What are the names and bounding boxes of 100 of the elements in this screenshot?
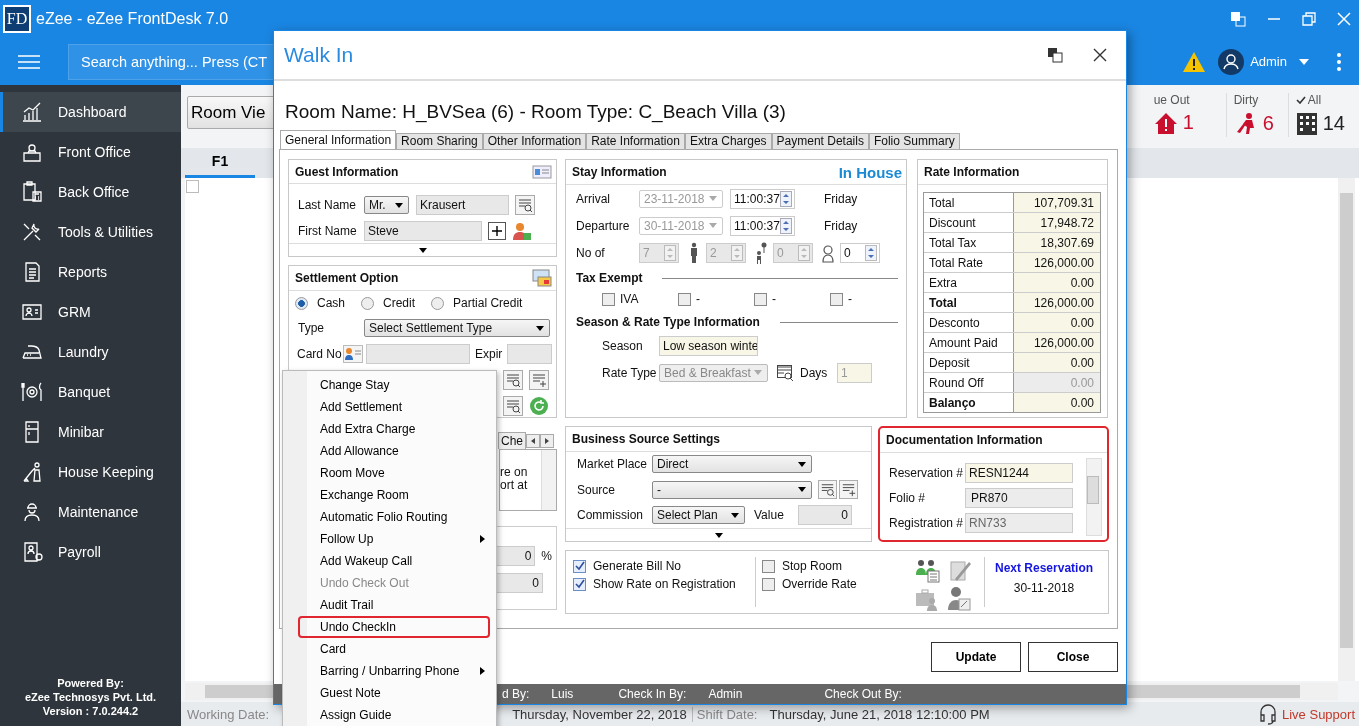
radio-label: Credit	[383, 296, 416, 310]
season-field[interactable]: Low season winte	[659, 335, 758, 356]
sidebar-item[interactable]: GRM	[0, 292, 181, 332]
menu-item[interactable]: Audit Trail	[298, 594, 490, 616]
footer-label: Check Out By:	[824, 687, 902, 701]
next-reservation-link[interactable]: Next Reservation	[995, 561, 1094, 575]
rate-value: 0.00	[1014, 353, 1100, 372]
dialog-tab[interactable]: Folio Summary	[868, 133, 960, 149]
menu-item[interactable]: Barring / Unbarring Phone	[298, 660, 490, 682]
checkbox-label: -	[772, 292, 776, 306]
sidebar-item[interactable]: Back Office	[0, 172, 181, 212]
sidebar-item[interactable]: Payroll	[0, 532, 181, 572]
first-name-field[interactable]: Steve	[364, 220, 482, 241]
notes-box[interactable]: re on ort at	[499, 449, 557, 511]
rate-value: 17,948.72	[1014, 213, 1100, 232]
sidebar-item[interactable]: House Keeping	[0, 452, 181, 492]
live-support-link[interactable]: Live Support	[1258, 703, 1355, 725]
status-value: Thursday, November 22, 2018	[512, 706, 693, 722]
dialog-tab[interactable]: General Information	[280, 130, 397, 149]
stat-label: Dirty	[1233, 93, 1259, 107]
value-field[interactable]: 0	[798, 505, 852, 526]
section-title: Stay Information	[572, 165, 667, 179]
sidebar-item[interactable]: Tools & Utilities	[0, 212, 181, 252]
sidebar-item[interactable]: Dashboard	[0, 92, 181, 132]
commission-dropdown[interactable]: Select Plan	[652, 506, 745, 525]
field-label: Last Name	[297, 198, 358, 213]
section-title: Documentation Information	[886, 433, 1043, 447]
user-name[interactable]: Admin	[1250, 54, 1287, 69]
field-label: Rate Type	[601, 365, 658, 380]
time-field[interactable]: 11:00:37	[730, 215, 795, 236]
field-label: Days	[800, 365, 829, 380]
menu-item[interactable]: Change Stay	[298, 374, 490, 396]
field-label: Folio #	[888, 490, 927, 505]
sidebar-item[interactable]: Laundry	[0, 332, 181, 372]
dialog-tab[interactable]: Payment Details	[771, 133, 869, 149]
field-label: Commission	[576, 508, 644, 523]
dialog-button[interactable]: Update	[931, 641, 1021, 672]
sidebar-item[interactable]: Reports	[0, 252, 181, 292]
notes-tab[interactable]: Che	[498, 432, 526, 449]
menu-item[interactable]: Undo CheckIn	[298, 616, 490, 638]
footer-value: Admin	[708, 687, 743, 701]
checkbox-label: -	[848, 292, 852, 306]
rate-value: 126,000.00	[1014, 333, 1100, 352]
dialog-tab[interactable]: Extra Charges	[684, 133, 772, 149]
footer-label: Check In By:	[618, 687, 687, 701]
app-logo: FD	[3, 5, 31, 33]
salutation-dropdown[interactable]: Mr.	[364, 196, 409, 215]
dialog-tab[interactable]: Room Sharing	[396, 133, 483, 149]
rate-value: 0.00	[1014, 313, 1100, 332]
menu-item[interactable]: Exchange Room	[298, 484, 490, 506]
sidebar-item[interactable]: Minibar	[0, 412, 181, 452]
count-spinner[interactable]: 0	[840, 242, 880, 263]
note-text: ort at	[500, 479, 529, 492]
rate-value: 18,307.69	[1014, 233, 1100, 252]
menu-item[interactable]: Automatic Folio Routing	[298, 506, 490, 528]
status-label: Shift Date:	[696, 706, 758, 722]
field-label: Market Place	[576, 457, 649, 472]
field-label: Card No	[296, 347, 343, 361]
menu-item[interactable]: Add Settlement	[298, 396, 490, 418]
menu-item[interactable]: Assign Guide	[298, 704, 490, 726]
section-title: Rate Information	[924, 165, 1020, 179]
checkbox-label: IVA	[620, 292, 639, 306]
rate-value: 0.00	[1014, 273, 1100, 292]
rate-value: 126,000.00	[1014, 253, 1100, 272]
checkbox-label: Show Rate on Registration	[593, 577, 736, 591]
rate-value: 107,709.31	[1014, 193, 1100, 212]
field-label: Reservation #	[888, 465, 965, 480]
checkbox-label: -	[696, 292, 700, 306]
menu-item[interactable]: Guest Note	[298, 682, 490, 704]
status-label: Working Date:	[187, 706, 270, 722]
time-field[interactable]: 11:00:37	[730, 188, 795, 209]
menu-item[interactable]: Room Move	[298, 462, 490, 484]
market-place-dropdown[interactable]: Direct	[652, 455, 812, 474]
note-text: re on	[500, 466, 529, 479]
dialog-tab[interactable]: Other Information	[482, 133, 587, 149]
field-label: Type	[297, 321, 325, 335]
sidebar-item[interactable]: Maintenance	[0, 492, 181, 532]
sidebar-item[interactable]: Banquet	[0, 372, 181, 412]
menu-item[interactable]: Add Extra Charge	[298, 418, 490, 440]
status-text: In House	[838, 163, 902, 181]
rate-value: 126,000.00	[1014, 293, 1100, 312]
checkbox-label: Stop Room	[782, 559, 843, 573]
field-label: No of	[575, 245, 606, 260]
field-label: Departure	[575, 218, 631, 233]
dialog-tab[interactable]: Rate Information	[586, 133, 685, 149]
dialog-button[interactable]: Close	[1028, 641, 1118, 672]
checkbox-label: Generate Bill No	[593, 559, 682, 573]
menu-item[interactable]: Card	[298, 638, 490, 660]
field-label: First Name	[297, 223, 358, 238]
field-label: Value	[754, 508, 785, 523]
menu-item[interactable]: Add Allowance	[298, 440, 490, 462]
settlement-type-dropdown[interactable]: Select Settlement Type	[364, 319, 550, 337]
document-number-field[interactable]: RESN1244	[965, 462, 1073, 483]
section-subtitle: Season & Rate Type Information	[576, 315, 760, 329]
next-reservation-date: 30-11-2018	[1013, 581, 1075, 595]
document-number-field[interactable]: PR870	[965, 487, 1073, 508]
source-dropdown[interactable]: -	[652, 480, 812, 499]
footer-label: d By:	[502, 687, 530, 701]
sidebar-item[interactable]: Front Office	[0, 132, 181, 172]
last-name-field[interactable]: Krausert	[416, 195, 509, 216]
